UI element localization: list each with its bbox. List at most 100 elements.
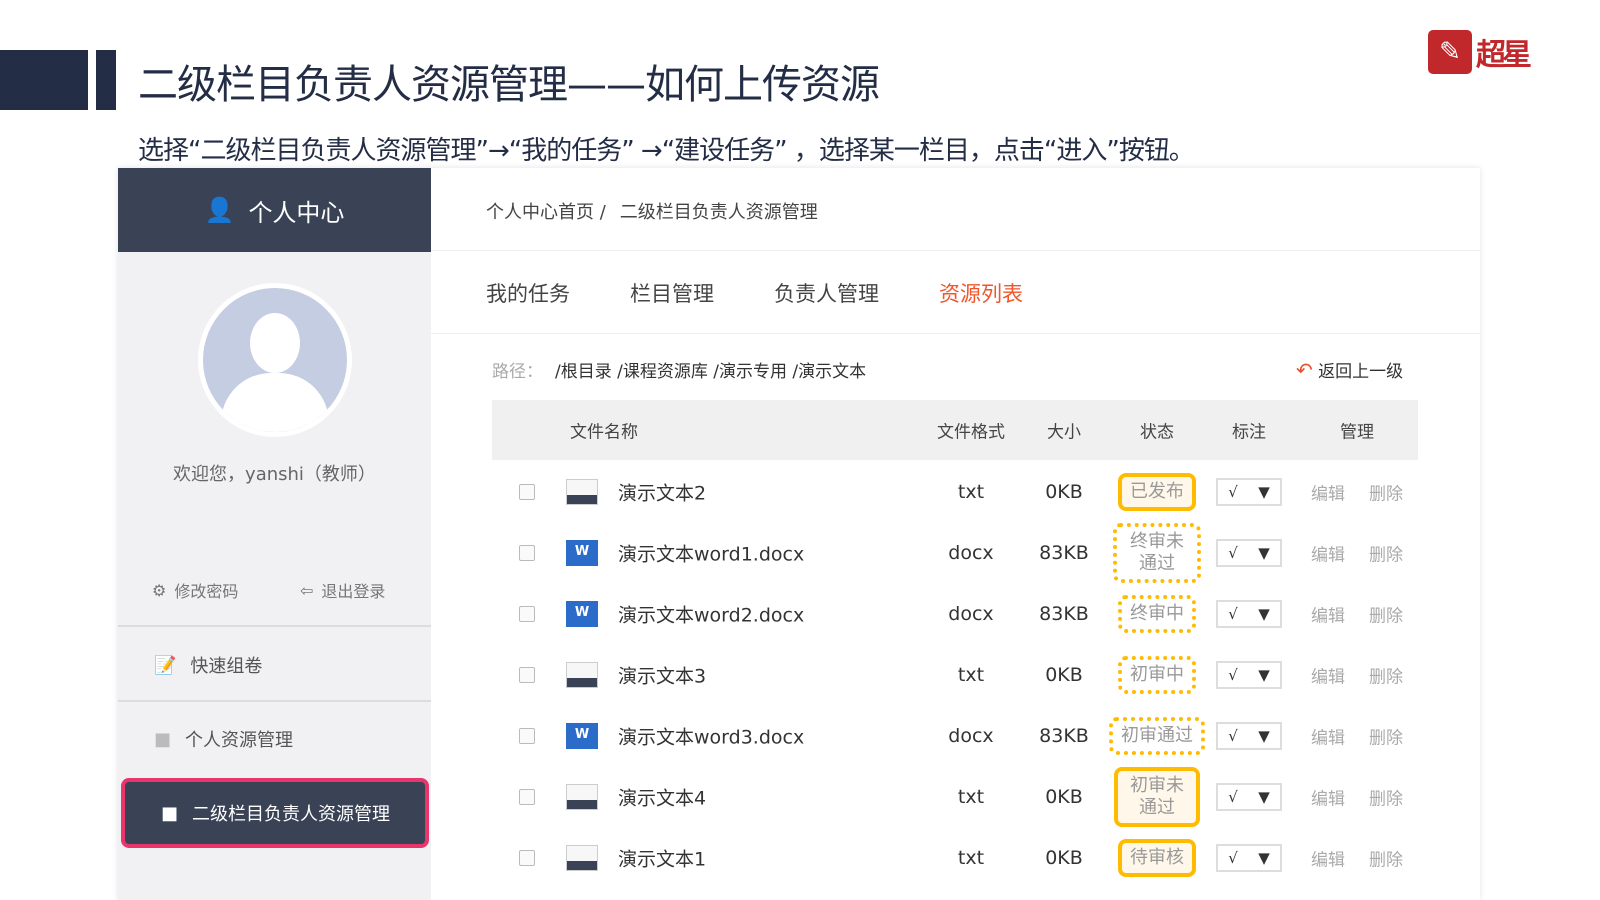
logo-icon: ✎ (1428, 30, 1472, 74)
edit-icon: 📝 (154, 654, 177, 676)
header-format: 文件格式 (937, 422, 1005, 443)
delete-link[interactable]: 删除 (1369, 723, 1403, 748)
dropdown-arrow-icon: ▼ (1258, 848, 1270, 867)
delete-link[interactable]: 删除 (1369, 784, 1403, 809)
edit-link[interactable]: 编辑 (1311, 601, 1345, 626)
file-format: txt (957, 480, 985, 503)
divider (118, 625, 431, 627)
row-checkbox[interactable] (519, 727, 535, 744)
mark-select[interactable]: √ ▼ (1216, 782, 1282, 811)
table-row: W 演示文本word2.docx docx 83KB 终审中 √ ▼ 编辑 删除 (492, 583, 1418, 644)
folder-icon: ■ (161, 802, 179, 824)
file-name[interactable]: 演示文本3 (618, 661, 706, 688)
slide-subtitle: 选择“二级栏目负责人资源管理”→“我的任务” →“建设任务” ，选择某一栏目，点… (138, 136, 1195, 166)
file-format: txt (957, 846, 985, 869)
table-row: 演示文本1 txt 0KB 待审核 √ ▼ 编辑 删除 (492, 827, 1418, 888)
mark-select[interactable]: √ ▼ (1216, 660, 1282, 689)
mark-select[interactable]: √ ▼ (1216, 599, 1282, 628)
row-checkbox[interactable] (519, 544, 535, 561)
slide-title: 二级栏目负责人资源管理——如何上传资源 (138, 62, 880, 108)
mark-select[interactable]: √ ▼ (1216, 721, 1282, 750)
edit-link[interactable]: 编辑 (1311, 662, 1345, 687)
title-bar-decoration (0, 50, 88, 110)
header-name: 文件名称 (570, 422, 638, 443)
word-file-icon: W (566, 600, 598, 627)
table-row: 演示文本2 txt 0KB 已发布 √ ▼ 编辑 删除 (492, 461, 1418, 522)
txt-file-icon (566, 661, 598, 688)
back-button[interactable]: ↶ 返回上一级 (1296, 357, 1403, 382)
file-size: 0KB (1045, 663, 1083, 686)
file-format: docx (948, 602, 994, 625)
table-row: W 演示文本word3.docx docx 83KB 初审通过 √ ▼ 编辑 删除 (492, 705, 1418, 766)
gear-icon: ⚙ (152, 580, 167, 600)
sidebar-item-quick-paper[interactable]: 📝 快速组卷 (118, 630, 431, 700)
breadcrumb-current: 二级栏目负责人资源管理 (619, 202, 818, 223)
row-checkbox[interactable] (519, 666, 535, 683)
file-size: 0KB (1045, 785, 1083, 808)
delete-link[interactable]: 删除 (1369, 662, 1403, 687)
row-checkbox[interactable] (519, 483, 535, 500)
file-name[interactable]: 演示文本word1.docx (618, 539, 804, 566)
sidebar-item-secondary-column-resources[interactable]: ■ 二级栏目负责人资源管理 (121, 778, 429, 848)
status-badge: 初审未通过 (1114, 766, 1200, 827)
breadcrumb-home[interactable]: 个人中心首页 / (486, 202, 606, 223)
word-file-icon: W (566, 539, 598, 566)
dropdown-arrow-icon: ▼ (1258, 726, 1270, 745)
file-name[interactable]: 演示文本word2.docx (618, 600, 804, 627)
file-name[interactable]: 演示文本4 (618, 783, 706, 810)
delete-link[interactable]: 删除 (1369, 601, 1403, 626)
edit-link[interactable]: 编辑 (1311, 784, 1345, 809)
divider (118, 700, 431, 702)
status-badge: 待审核 (1118, 838, 1196, 877)
back-arrow-icon: ↶ (1296, 358, 1313, 382)
file-name[interactable]: 演示文本word3.docx (618, 722, 804, 749)
header-manage: 管理 (1340, 422, 1374, 443)
logout-link[interactable]: ⇦ 退出登录 (300, 578, 385, 602)
avatar (198, 283, 352, 437)
dropdown-arrow-icon: ▼ (1258, 482, 1270, 501)
tab-owner-management[interactable]: 负责人管理 (774, 278, 879, 308)
delete-link[interactable]: 删除 (1369, 845, 1403, 870)
delete-link[interactable]: 删除 (1369, 479, 1403, 504)
divider (431, 250, 1480, 251)
logo: ✎ 超星 (1428, 30, 1532, 74)
word-file-icon: W (566, 722, 598, 749)
edit-link[interactable]: 编辑 (1311, 479, 1345, 504)
path: 路径：/根目录 /课程资源库 /演示专用 /演示文本 (492, 362, 867, 382)
file-name[interactable]: 演示文本1 (618, 844, 706, 871)
txt-file-icon (566, 844, 598, 871)
edit-link[interactable]: 编辑 (1311, 845, 1345, 870)
sidebar-item-personal-resources[interactable]: ■ 个人资源管理 (118, 704, 431, 774)
mark-select[interactable]: √ ▼ (1216, 538, 1282, 567)
file-size: 0KB (1045, 480, 1083, 503)
tab-column-management[interactable]: 栏目管理 (630, 278, 714, 308)
tab-my-tasks[interactable]: 我的任务 (486, 278, 570, 308)
header-mark: 标注 (1232, 422, 1266, 443)
tab-resource-list[interactable]: 资源列表 (939, 278, 1023, 308)
txt-file-icon (566, 478, 598, 505)
mark-select[interactable]: √ ▼ (1216, 843, 1282, 872)
edit-link[interactable]: 编辑 (1311, 723, 1345, 748)
row-checkbox[interactable] (519, 788, 535, 805)
txt-file-icon (566, 783, 598, 810)
table-row: 演示文本3 txt 0KB 初审中 √ ▼ 编辑 删除 (492, 644, 1418, 705)
header-status: 状态 (1140, 422, 1174, 443)
row-checkbox[interactable] (519, 849, 535, 866)
file-name[interactable]: 演示文本2 (618, 478, 706, 505)
row-checkbox[interactable] (519, 605, 535, 622)
edit-link[interactable]: 编辑 (1311, 540, 1345, 565)
status-badge: 初审中 (1118, 655, 1196, 694)
change-password-link[interactable]: ⚙ 修改密码 (152, 578, 238, 602)
user-icon: 👤 (204, 196, 235, 224)
dropdown-arrow-icon: ▼ (1258, 543, 1270, 562)
file-size: 83KB (1039, 602, 1089, 625)
mark-select[interactable]: √ ▼ (1216, 477, 1282, 506)
breadcrumb: 个人中心首页 / 二级栏目负责人资源管理 (486, 198, 832, 224)
status-badge: 已发布 (1118, 472, 1196, 511)
sidebar-header: 👤 个人中心 (118, 168, 431, 252)
table-row: 演示文本4 txt 0KB 初审未通过 √ ▼ 编辑 删除 (492, 766, 1418, 827)
header-size: 大小 (1047, 422, 1081, 443)
delete-link[interactable]: 删除 (1369, 540, 1403, 565)
dropdown-arrow-icon: ▼ (1258, 604, 1270, 623)
logout-icon: ⇦ (300, 580, 314, 600)
